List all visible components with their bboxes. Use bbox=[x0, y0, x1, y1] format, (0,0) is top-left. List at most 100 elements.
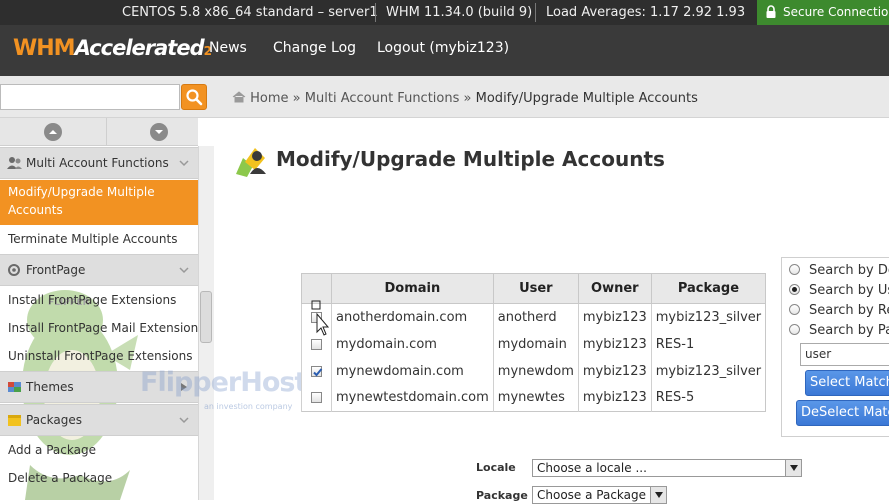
arrow-down-icon bbox=[155, 130, 163, 134]
cell-user: mynewtes bbox=[492, 384, 579, 412]
row-checkbox[interactable] bbox=[311, 338, 322, 350]
cell-package: mybiz123_silver bbox=[650, 357, 766, 385]
secure-connection-badge: Secure Connection bbox=[757, 0, 889, 25]
search-option-label[interactable]: Search by Do bbox=[809, 263, 889, 278]
cell-domain: anotherdomain.com bbox=[331, 303, 494, 331]
deselect-match-button[interactable]: DeSelect Matc bbox=[796, 400, 889, 426]
row-checkbox[interactable] bbox=[311, 392, 322, 404]
package-label: Package bbox=[476, 489, 528, 502]
checkmark-icon bbox=[313, 367, 323, 376]
match-search-input[interactable]: user bbox=[800, 343, 889, 366]
breadcrumb-sep: » bbox=[292, 91, 301, 106]
search-option-label[interactable]: Search by Re bbox=[809, 303, 889, 318]
sidebar-item-delete-a-package[interactable]: Delete a Package bbox=[0, 471, 198, 493]
row-select-cell bbox=[301, 357, 332, 385]
cell-domain: mynewtestdomain.com bbox=[331, 384, 494, 412]
accounts-table: Domain User Owner Package anotherdomain.… bbox=[301, 273, 767, 412]
cell-domain: mynewdomain.com bbox=[331, 357, 494, 385]
sidebar-category-label: Packages bbox=[26, 413, 82, 427]
sidebar-item-terminate-multiple-accounts[interactable]: Terminate Multiple Accounts bbox=[0, 232, 198, 256]
column-header-owner[interactable]: Owner bbox=[577, 273, 652, 304]
table-row: anotherdomain.com anotherd mybiz123 mybi… bbox=[301, 303, 766, 331]
search-option-radio[interactable] bbox=[789, 304, 800, 315]
home-icon bbox=[232, 91, 246, 103]
search-icon bbox=[186, 89, 203, 106]
table-row: mydomain.com mydomain mybiz123 RES-1 bbox=[301, 330, 766, 358]
sidebar-category-label: Multi Account Functions bbox=[26, 156, 169, 170]
logo-accelerated: Accelerated bbox=[74, 36, 205, 60]
logo-whm: WHM bbox=[13, 36, 76, 61]
status-divider bbox=[375, 3, 376, 22]
dropdown-arrow bbox=[650, 487, 666, 503]
search-button[interactable] bbox=[181, 84, 207, 110]
sidebar-item-modify-upgrade-multiple-accounts[interactable]: Modify/Upgrade Multiple Accounts bbox=[0, 180, 198, 225]
sidebar-scroll-down-button[interactable] bbox=[150, 123, 168, 141]
column-header-package[interactable]: Package bbox=[650, 273, 767, 304]
table-row: mynewdomain.com mynewdom mybiz123 mybiz1… bbox=[301, 357, 766, 385]
flipperhost-watermark-tagline: an investion company bbox=[204, 402, 293, 411]
cell-owner: mybiz123 bbox=[577, 384, 652, 412]
cell-package: RES-5 bbox=[650, 384, 766, 412]
cell-package: mybiz123_silver bbox=[650, 303, 766, 331]
whm-logo[interactable]: WHMAccelerated2 bbox=[13, 36, 212, 70]
palette-icon bbox=[8, 382, 21, 392]
sidebar-category-label: Themes bbox=[26, 380, 74, 394]
chevron-down-icon bbox=[179, 417, 189, 424]
sidebar-item-install-frontpage-extensions[interactable]: Install FrontPage Extensions bbox=[0, 293, 198, 315]
table-row: mynewtestdomain.com mynewtes mybiz123 RE… bbox=[301, 384, 766, 412]
frontpage-icon bbox=[8, 264, 20, 276]
cell-user: anotherd bbox=[492, 303, 579, 331]
column-header-user[interactable]: User bbox=[492, 273, 579, 304]
search-option-radio[interactable] bbox=[789, 264, 800, 275]
nav-news[interactable]: News bbox=[209, 40, 247, 56]
sidebar-category-multi-account[interactable]: Multi Account Functions bbox=[0, 147, 198, 179]
row-checkbox[interactable] bbox=[311, 365, 323, 377]
cell-owner: mybiz123 bbox=[577, 330, 652, 358]
breadcrumb: Home » Multi Account Functions » Modify/… bbox=[232, 91, 698, 106]
caret-down-icon bbox=[655, 492, 663, 498]
sidebar-scrollbar-thumb[interactable] bbox=[200, 291, 212, 343]
locale-select[interactable]: Choose a locale ... bbox=[532, 459, 802, 477]
breadcrumb-sep: » bbox=[463, 91, 472, 106]
sidebar-item-add-a-package[interactable]: Add a Package bbox=[0, 443, 198, 465]
nav-change-log[interactable]: Change Log bbox=[273, 40, 356, 56]
sidebar-item-install-frontpage-mail-extensions[interactable]: Install FrontPage Mail Extensions bbox=[0, 321, 205, 343]
search-option-radio[interactable] bbox=[789, 284, 800, 295]
column-header-domain[interactable]: Domain bbox=[331, 273, 494, 304]
select-match-button[interactable]: Select Match bbox=[805, 370, 889, 396]
whm-version: WHM 11.34.0 (build 9) bbox=[386, 5, 533, 20]
sidebar-scroll-up-button[interactable] bbox=[44, 123, 62, 141]
cell-owner: mybiz123 bbox=[577, 357, 652, 385]
multi-account-icon bbox=[236, 148, 266, 177]
cell-user: mydomain bbox=[492, 330, 579, 358]
lock-icon bbox=[766, 5, 776, 18]
nav-logout[interactable]: Logout (mybiz123) bbox=[377, 40, 509, 56]
breadcrumb-current: Modify/Upgrade Multiple Accounts bbox=[475, 91, 698, 106]
sidebar-scroll-controls bbox=[0, 118, 198, 146]
sidebar-search-input[interactable] bbox=[0, 84, 180, 110]
cell-user: mynewdom bbox=[492, 357, 579, 385]
cell-package: RES-1 bbox=[650, 330, 766, 358]
search-option-label[interactable]: Search by Pa bbox=[809, 323, 889, 338]
package-icon bbox=[8, 415, 21, 426]
sidebar-category-frontpage[interactable]: FrontPage bbox=[0, 254, 198, 286]
breadcrumb-home[interactable]: Home bbox=[250, 91, 288, 106]
page-title: Modify/Upgrade Multiple Accounts bbox=[276, 147, 665, 171]
load-averages: Load Averages: 1.17 2.92 1.93 bbox=[546, 5, 746, 20]
package-select[interactable]: Choose a Package bbox=[532, 486, 667, 504]
sidebar-category-packages[interactable]: Packages bbox=[0, 404, 198, 436]
table-header-row: Domain User Owner Package bbox=[301, 273, 767, 304]
caret-down-icon bbox=[790, 465, 798, 471]
mouse-cursor-icon bbox=[311, 300, 329, 336]
secure-connection-label: Secure Connection bbox=[783, 5, 889, 19]
search-option-label[interactable]: Search by Us bbox=[809, 283, 889, 298]
breadcrumb-section[interactable]: Multi Account Functions bbox=[305, 91, 460, 106]
search-option-radio[interactable] bbox=[789, 324, 800, 335]
chevron-down-icon bbox=[179, 160, 189, 167]
chevron-down-icon bbox=[179, 267, 189, 274]
locale-label: Locale bbox=[476, 461, 516, 474]
status-bar: CENTOS 5.8 x86_64 standard – server1 WHM… bbox=[0, 0, 889, 25]
sidebar-category-label: FrontPage bbox=[26, 263, 86, 277]
server-info: CENTOS 5.8 x86_64 standard – server1 bbox=[122, 5, 378, 20]
scroll-controls-divider bbox=[106, 118, 107, 146]
